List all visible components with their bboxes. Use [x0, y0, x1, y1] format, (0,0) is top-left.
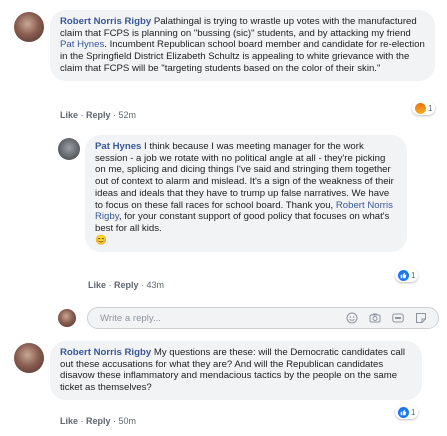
- separator: ·: [110, 416, 119, 426]
- comment-actions: Like · Reply · 43m: [88, 280, 164, 290]
- reply-input[interactable]: [98, 312, 252, 325]
- timestamp[interactable]: 52m: [119, 110, 137, 120]
- separator: ·: [110, 110, 119, 120]
- mention-link[interactable]: Pat Hynes: [60, 39, 104, 50]
- sticker-icon[interactable]: [415, 312, 427, 324]
- comment-author[interactable]: Robert Norris Rigby: [60, 16, 151, 27]
- separator: ·: [78, 110, 87, 120]
- comment-bubble: Robert Norris Rigby Palathingal is tryin…: [50, 10, 435, 81]
- reaction-summary[interactable]: 1: [395, 268, 419, 282]
- reply-button[interactable]: Reply: [86, 110, 111, 120]
- avatar[interactable]: [58, 138, 80, 160]
- camera-icon[interactable]: [369, 312, 381, 324]
- separator: ·: [78, 416, 87, 426]
- separator: ·: [138, 280, 147, 290]
- like-button[interactable]: Like: [60, 416, 78, 426]
- avatar[interactable]: [14, 12, 44, 42]
- avatar: [58, 309, 76, 327]
- reply-input-box[interactable]: [87, 307, 439, 329]
- separator: ·: [106, 280, 115, 290]
- smile-emoji: 😊: [95, 234, 107, 246]
- timestamp[interactable]: 43m: [147, 280, 165, 290]
- like-button[interactable]: Like: [88, 280, 106, 290]
- comment-actions: Like · Reply · 52m: [60, 110, 136, 120]
- reaction-summary[interactable]: 1: [395, 405, 419, 419]
- timestamp[interactable]: 50m: [119, 416, 137, 426]
- like-reaction-icon: [398, 269, 409, 281]
- comment-text: . Incumbent Republican school board memb…: [60, 39, 425, 74]
- reaction-summary[interactable]: 1: [412, 101, 436, 115]
- comment-author[interactable]: Pat Hynes: [95, 141, 141, 152]
- reaction-count: 1: [411, 407, 416, 417]
- reaction-count: 1: [428, 103, 433, 113]
- gif-icon[interactable]: [392, 312, 404, 324]
- reaction-count: 1: [411, 270, 416, 280]
- reply-button[interactable]: Reply: [114, 280, 139, 290]
- comment-text: , for your constant support of good poli…: [95, 211, 390, 234]
- comment-actions: Like · Reply · 50m: [60, 416, 136, 426]
- angry-reaction-icon: [415, 102, 426, 114]
- comment-bubble: Robert Norris Rigby My questions are the…: [50, 341, 422, 400]
- reply-button[interactable]: Reply: [86, 416, 111, 426]
- avatar[interactable]: [14, 343, 44, 373]
- emoji-icon[interactable]: [346, 312, 358, 324]
- reply-bubble: Pat Hynes I think because I was meeting …: [85, 135, 407, 253]
- comment-author[interactable]: Robert Norris Rigby: [60, 347, 151, 358]
- like-reaction-icon: [398, 406, 409, 418]
- like-button[interactable]: Like: [60, 110, 78, 120]
